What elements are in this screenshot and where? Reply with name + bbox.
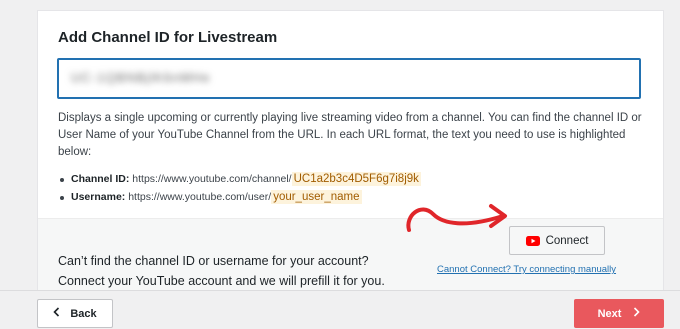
url-format-list: Channel ID: https://www.youtube.com/chan… xyxy=(58,170,648,206)
list-item-channel-id: Channel ID: https://www.youtube.com/chan… xyxy=(58,170,648,188)
back-button[interactable]: Back xyxy=(37,299,113,328)
description-text: Displays a single upcoming or currently … xyxy=(58,112,642,158)
chevron-right-icon xyxy=(633,307,641,320)
back-button-label: Back xyxy=(70,307,97,320)
bullet-url: https://www.youtube.com/channel/ xyxy=(132,173,292,185)
connect-prompt-line2: Connect your YouTube account and we will… xyxy=(58,274,385,288)
chevron-left-icon xyxy=(53,307,60,320)
next-button[interactable]: Next xyxy=(574,299,664,328)
bullet-label: Username: xyxy=(71,191,126,203)
connect-prompt: Can’t find the channel ID or username fo… xyxy=(58,251,385,291)
bullet-highlight: UC1a2b3c4D5F6g7i8j9k xyxy=(291,172,421,186)
connect-manually-link[interactable]: Cannot Connect? Try connecting manually xyxy=(437,264,616,275)
card-title: Add Channel ID for Livestream xyxy=(58,29,278,46)
next-button-label: Next xyxy=(597,307,622,320)
bullet-url: https://www.youtube.com/user/ xyxy=(128,191,272,203)
curved-arrow-annotation xyxy=(406,204,507,232)
bullet-label: Channel ID: xyxy=(71,173,130,185)
connect-prompt-line1: Can’t find the channel ID or username fo… xyxy=(58,254,369,268)
youtube-icon xyxy=(525,235,540,246)
connect-youtube-button[interactable]: Connect xyxy=(509,226,605,255)
bullet-highlight: your_user_name xyxy=(271,190,362,204)
channel-id-input[interactable] xyxy=(57,58,641,99)
connect-button-label: Connect xyxy=(545,234,589,247)
list-item-username: Username: https://www.youtube.com/user/y… xyxy=(58,188,648,206)
